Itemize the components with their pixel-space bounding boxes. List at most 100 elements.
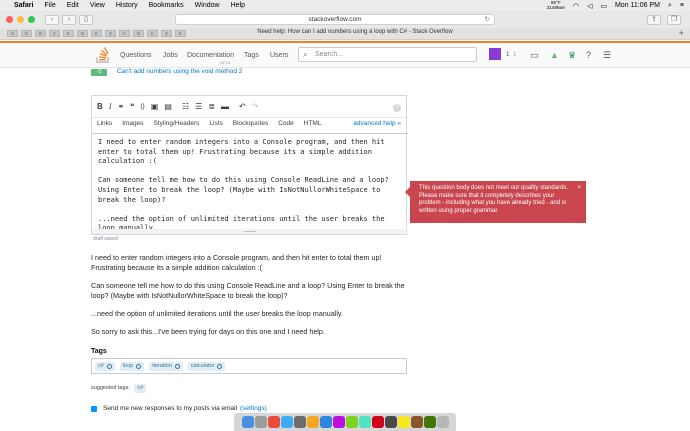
help-tab-lists[interactable]: Lists: [209, 120, 222, 127]
menu-view[interactable]: View: [90, 2, 105, 9]
weather-widget[interactable]: 85°F 2149kwe: [547, 0, 565, 10]
app-icon[interactable]: [332, 416, 345, 428]
help-tab-html[interactable]: HTML: [304, 120, 322, 127]
blockquote-icon[interactable]: ❝: [130, 102, 134, 111]
tag-chip[interactable]: calculator: [187, 361, 226, 371]
link-icon[interactable]: ⚭: [117, 102, 124, 111]
italic-icon[interactable]: I: [109, 102, 112, 111]
menu-history[interactable]: History: [116, 2, 138, 9]
nav-users[interactable]: Users: [270, 52, 288, 59]
favorite-item[interactable]: E: [21, 30, 32, 37]
tag-chip[interactable]: loop: [119, 361, 145, 371]
badge-count[interactable]: 1: [513, 52, 516, 58]
address-bar[interactable]: stackoverflow.com ↻: [175, 14, 495, 25]
favorite-item[interactable]: B: [35, 30, 46, 37]
numbered-list-icon[interactable]: ☷: [182, 102, 189, 111]
safari-icon[interactable]: [280, 416, 293, 428]
favorite-item[interactable]: B: [77, 30, 88, 37]
trash-icon[interactable]: [436, 416, 449, 428]
app-icon[interactable]: [319, 416, 332, 428]
sidebar-toggle-button[interactable]: ▯: [79, 14, 93, 25]
related-question-link[interactable]: Can't add numbers using the void method …: [117, 68, 243, 75]
tag-chip[interactable]: iteration: [149, 361, 183, 371]
resize-grip[interactable]: [92, 229, 408, 234]
favorite-item[interactable]: S: [161, 30, 172, 37]
tabs-overview-button[interactable]: ❐: [667, 14, 681, 25]
tab-title[interactable]: Need help: How can I add numbers using a…: [205, 29, 505, 35]
email-notify-checkbox[interactable]: [91, 405, 97, 412]
code-icon[interactable]: {}: [140, 103, 144, 110]
menu-help[interactable]: Help: [231, 2, 245, 9]
favorite-item[interactable]: C: [147, 30, 158, 37]
trophy-icon[interactable]: ♛: [568, 50, 576, 61]
help-tab-blockquotes[interactable]: Blockquotes: [233, 120, 268, 127]
favorite-item[interactable]: B: [133, 30, 144, 37]
notification-center-icon[interactable]: ≡: [680, 2, 684, 9]
undo-icon[interactable]: ↶: [239, 102, 246, 111]
remove-tag-icon[interactable]: [136, 363, 142, 369]
minimize-window-button[interactable]: [17, 16, 24, 23]
spotlight-icon[interactable]: ⌕: [668, 2, 672, 10]
reputation-count[interactable]: 1: [506, 52, 509, 58]
finder-icon[interactable]: [241, 416, 254, 428]
app-icon[interactable]: [410, 416, 423, 428]
inbox-icon[interactable]: ▭: [530, 50, 539, 61]
app-icon[interactable]: [293, 416, 306, 428]
volume-icon[interactable]: ◁: [587, 2, 592, 10]
suggested-tag-chip[interactable]: c#: [134, 384, 147, 393]
help-tab-images[interactable]: Images: [122, 120, 143, 127]
question-body-textarea[interactable]: I need to enter random integers into a C…: [92, 133, 408, 230]
zoom-window-button[interactable]: [28, 16, 35, 23]
battery-icon[interactable]: ▭: [600, 2, 607, 10]
favorite-item[interactable]: S: [7, 30, 18, 37]
nav-documentation[interactable]: Documentation: [187, 52, 234, 59]
remove-tag-icon[interactable]: [217, 363, 223, 369]
search-input[interactable]: ⌕ Search...: [298, 47, 477, 62]
app-icon[interactable]: [345, 416, 358, 428]
bulleted-list-icon[interactable]: ☰: [195, 102, 202, 111]
menu-bookmarks[interactable]: Bookmarks: [149, 2, 184, 9]
close-icon[interactable]: ×: [577, 185, 581, 193]
horizontal-rule-icon[interactable]: ▬: [221, 102, 229, 111]
menu-window[interactable]: Window: [195, 2, 220, 9]
menu-edit[interactable]: Edit: [67, 2, 79, 9]
share-button[interactable]: ⇪: [647, 14, 661, 25]
help-tab-links[interactable]: Links: [97, 120, 112, 127]
forward-button[interactable]: ›: [62, 14, 76, 25]
launchpad-icon[interactable]: [254, 416, 267, 428]
new-tab-icon[interactable]: +: [679, 28, 684, 38]
snippet-icon[interactable]: ▤: [164, 102, 172, 111]
help-icon[interactable]: ?: [586, 50, 591, 60]
app-icon[interactable]: [423, 416, 436, 428]
menubar-clock[interactable]: Mon 11:06 PM: [615, 2, 660, 9]
stackoverflow-logo-icon[interactable]: [96, 47, 110, 63]
app-icon[interactable]: [371, 416, 384, 428]
menu-file[interactable]: File: [44, 2, 55, 9]
app-icon[interactable]: [384, 416, 397, 428]
nav-tags[interactable]: Tags: [244, 52, 259, 59]
nav-jobs[interactable]: Jobs: [163, 52, 178, 59]
close-window-button[interactable]: [6, 16, 13, 23]
app-icon[interactable]: [358, 416, 371, 428]
help-tab-code[interactable]: Code: [278, 120, 294, 127]
nav-questions[interactable]: Questions: [120, 52, 152, 59]
site-switcher-icon[interactable]: ☰: [603, 50, 611, 61]
help-tab-styling[interactable]: Styling/Headers: [154, 120, 200, 127]
favorite-item[interactable]: S: [105, 30, 116, 37]
back-button[interactable]: ‹: [45, 14, 59, 25]
menu-app-safari[interactable]: Safari: [14, 2, 33, 9]
reload-icon[interactable]: ↻: [485, 15, 490, 24]
wifi-icon[interactable]: ◠: [573, 2, 579, 10]
achievements-icon[interactable]: ▲: [550, 50, 559, 60]
tags-input[interactable]: c# loop iteration calculator: [91, 358, 407, 374]
favorite-item[interactable]: E: [91, 30, 102, 37]
favorite-item[interactable]: E: [175, 30, 186, 37]
tag-chip[interactable]: c#: [95, 361, 115, 371]
bold-icon[interactable]: B: [97, 102, 103, 111]
favorite-item[interactable]: C: [49, 30, 60, 37]
image-icon[interactable]: ▣: [151, 102, 159, 111]
favorite-item[interactable]: E: [63, 30, 74, 37]
app-icon[interactable]: [397, 416, 410, 428]
heading-icon[interactable]: ≣: [208, 102, 215, 111]
remove-tag-icon[interactable]: [174, 363, 180, 369]
